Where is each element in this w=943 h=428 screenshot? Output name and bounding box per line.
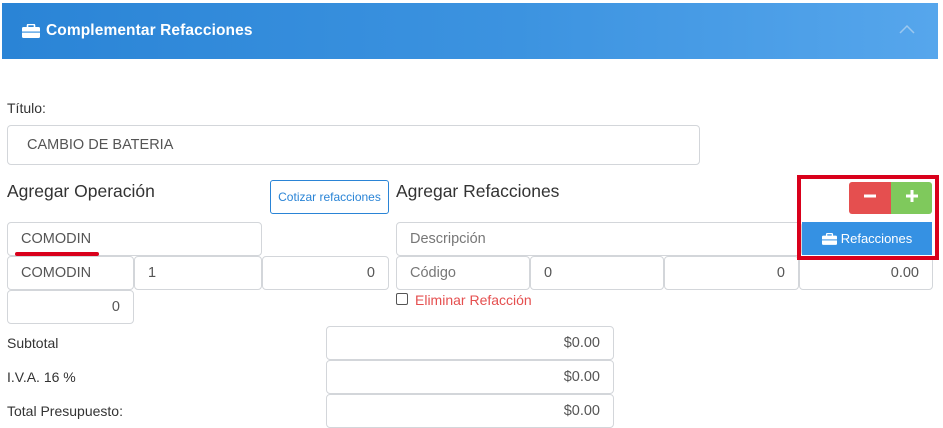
refaccion-total-input[interactable]: 0.00	[799, 256, 933, 290]
codigo-input[interactable]: Código	[396, 256, 530, 290]
subtotal-value: $0.00	[326, 326, 614, 360]
operacion-code-input[interactable]: COMODIN	[7, 256, 134, 290]
titulo-label: Título:	[7, 100, 46, 116]
iva-value: $0.00	[326, 360, 614, 394]
briefcase-icon	[22, 24, 40, 38]
operacion-price-input[interactable]: 0	[262, 256, 389, 290]
subtotal-label: Subtotal	[7, 335, 59, 351]
panel-header[interactable]: Complementar Refacciones	[2, 3, 938, 59]
total-value: $0.00	[326, 394, 614, 428]
titulo-input[interactable]: CAMBIO DE BATERIA	[7, 125, 700, 165]
operacion-qty-input[interactable]: 1	[134, 256, 262, 290]
chevron-up-icon[interactable]	[898, 21, 916, 39]
descripcion-input[interactable]: Descripción	[396, 222, 802, 256]
annotation-highlight-box	[797, 175, 939, 260]
refaccion-price-input[interactable]: 0	[664, 256, 799, 290]
eliminar-refaccion-label[interactable]: Eliminar Refacción	[415, 292, 532, 308]
refaccion-qty-input[interactable]: 0	[530, 256, 664, 290]
agregar-refacciones-heading: Agregar Refacciones	[396, 181, 560, 201]
eliminar-refaccion-checkbox[interactable]	[396, 293, 408, 305]
total-label: Total Presupuesto:	[7, 403, 123, 419]
operacion-name-input[interactable]: COMODIN	[7, 222, 262, 256]
iva-label: I.V.A. 16 %	[7, 369, 76, 385]
cotizar-refacciones-button[interactable]: Cotizar refacciones	[270, 180, 389, 214]
panel-title: Complementar Refacciones	[46, 22, 253, 39]
agregar-operacion-heading: Agregar Operación	[7, 181, 155, 201]
operacion-extra-input[interactable]: 0	[7, 290, 134, 324]
